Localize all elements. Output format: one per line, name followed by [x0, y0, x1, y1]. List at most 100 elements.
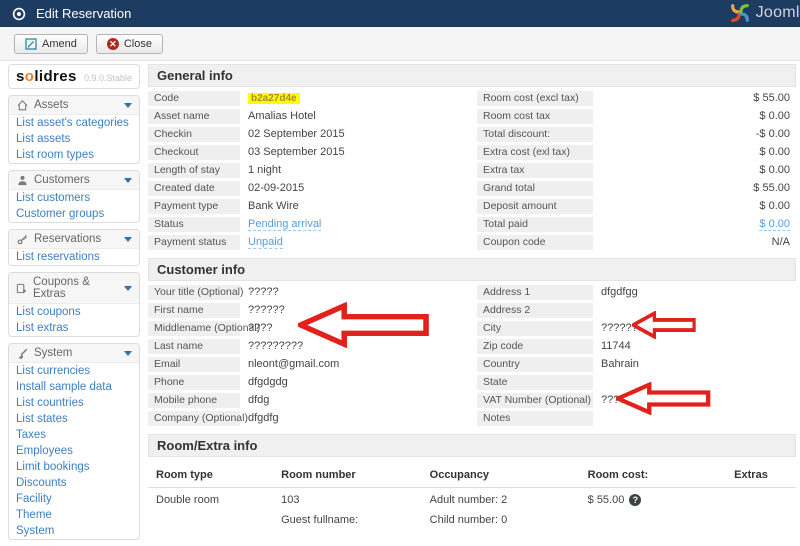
joomla-icon: [729, 2, 751, 24]
sidebar-item-list-asset-s-categories[interactable]: List asset's categories: [9, 115, 139, 131]
field-value: Bahrain: [593, 357, 796, 372]
field-row-length-of-stay: Length of stay1 night: [148, 163, 467, 178]
sidebar-item-system[interactable]: System: [9, 523, 139, 539]
joomla-logo[interactable]: Joomla: [729, 2, 800, 24]
sidebar-item-list-assets[interactable]: List assets: [9, 131, 139, 147]
sidebar-item-discounts[interactable]: Discounts: [9, 475, 139, 491]
admin-navbar: Edit Reservation Joomla: [0, 0, 800, 27]
editable-value[interactable]: $ 0.00: [759, 218, 790, 231]
field-label: Extra tax: [477, 163, 593, 178]
room-column-room-type: Room type: [156, 469, 281, 481]
field-row-payment-status: Payment statusUnpaid: [148, 235, 467, 250]
field-label: Address 1: [477, 285, 593, 300]
sidebar-item-customer-groups[interactable]: Customer groups: [9, 206, 139, 222]
sidebar-item-list-reservations[interactable]: List reservations: [9, 249, 139, 265]
field-label: State: [477, 375, 593, 390]
field-row-payment-type: Payment typeBank Wire: [148, 199, 467, 214]
cell-room-type: [156, 514, 281, 526]
close-label: Close: [124, 38, 152, 50]
room-table-body: Double room103Adult number: 2$ 55.00?Gue…: [148, 488, 796, 528]
sidebar-section-header-coupons-extras[interactable]: Coupons & Extras: [9, 273, 139, 304]
sidebar-item-list-room-types[interactable]: List room types: [9, 147, 139, 163]
section-label: System: [34, 347, 72, 359]
cell-room-number: 103: [281, 494, 430, 506]
sidebar-item-list-extras[interactable]: List extras: [9, 320, 139, 336]
sidebar-item-install-sample-data[interactable]: Install sample data: [9, 379, 139, 395]
section-label: Assets: [34, 99, 69, 111]
circled-dot-icon: [12, 7, 26, 21]
sidebar-item-list-currencies[interactable]: List currencies: [9, 363, 139, 379]
sidebar-item-taxes[interactable]: Taxes: [9, 427, 139, 443]
room-table-row-1: Double room103Adult number: 2$ 55.00?: [148, 488, 796, 508]
field-label: Checkout: [148, 145, 240, 160]
chevron-down-icon: [124, 286, 132, 291]
chevron-down-icon: [124, 351, 132, 356]
section-label: Customers: [34, 174, 90, 186]
field-row-country: CountryBahrain: [477, 357, 796, 372]
help-icon[interactable]: ?: [629, 494, 641, 506]
field-label: Country: [477, 357, 593, 372]
field-value: $ 0.00: [593, 163, 796, 178]
field-value: $ 0.00: [593, 217, 796, 232]
field-label: Room cost tax: [477, 109, 593, 124]
amend-button[interactable]: Amend: [14, 34, 88, 54]
room-table-row-2: Guest fullname:Child number: 0: [148, 508, 796, 528]
close-button[interactable]: ✕ Close: [96, 34, 163, 54]
field-label: Extra cost (exl tax): [477, 145, 593, 160]
joomla-wordmark: Joomla: [756, 4, 800, 22]
sidebar-section-header-system[interactable]: System: [9, 344, 139, 363]
red-arrow-vat-number: [616, 382, 711, 415]
editable-value[interactable]: Pending arrival: [248, 218, 321, 231]
field-value: Pending arrival: [240, 217, 467, 232]
field-row-total-paid: Total paid$ 0.00: [477, 217, 796, 232]
field-row-mobile-phone: Mobile phonedfdg: [148, 393, 467, 408]
field-row-checkout: Checkout03 September 2015: [148, 145, 467, 160]
sidebar-item-employees[interactable]: Employees: [9, 443, 139, 459]
sidebar-section-assets: Assets List asset's categoriesList assets…: [8, 95, 140, 164]
field-value: Unpaid: [240, 235, 467, 250]
field-label: Grand total: [477, 181, 593, 196]
field-value: -$ 0.00: [593, 127, 796, 142]
section-label: Coupons & Extras: [33, 276, 118, 300]
editable-value[interactable]: Unpaid: [248, 236, 283, 249]
field-label: Created date: [148, 181, 240, 196]
field-row-code: Codeb2a27d4e: [148, 91, 467, 106]
sidebar-item-list-countries[interactable]: List countries: [9, 395, 139, 411]
key-icon: [16, 234, 28, 245]
chevron-down-icon: [124, 178, 132, 183]
field-value: dfdg: [240, 393, 467, 408]
room-extra-info-header: Room/Extra info: [148, 434, 796, 457]
field-row-created-date: Created date02-09-2015: [148, 181, 467, 196]
field-value: dfgdfgg: [593, 285, 796, 300]
field-value: 11744: [593, 339, 796, 354]
sidebar-item-facility[interactable]: Facility: [9, 491, 139, 507]
field-label: Total discount:: [477, 127, 593, 142]
room-column-room-number: Room number: [281, 469, 430, 481]
chevron-down-icon: [124, 103, 132, 108]
cell-room-number: Guest fullname:: [281, 514, 430, 526]
sidebar-section-header-reservations[interactable]: Reservations: [9, 230, 139, 249]
field-label: Company (Optional): [148, 411, 240, 426]
sidebar-item-theme[interactable]: Theme: [9, 507, 139, 523]
solidres-logo-box: solidres 0.9.0.Stable: [8, 64, 140, 89]
room-column-occupancy: Occupancy: [430, 469, 588, 481]
amend-label: Amend: [42, 38, 77, 50]
field-label: Payment type: [148, 199, 240, 214]
field-label: Status: [148, 217, 240, 232]
field-value: dfgdfg: [240, 411, 467, 426]
sidebar-item-list-states[interactable]: List states: [9, 411, 139, 427]
field-label: VAT Number (Optional): [477, 393, 593, 408]
sidebar-section-header-customers[interactable]: Customers: [9, 171, 139, 190]
highlighted-code: b2a27d4e: [248, 93, 300, 104]
sidebar-section-header-assets[interactable]: Assets: [9, 96, 139, 115]
wrench-icon: [16, 348, 28, 359]
sidebar-item-limit-bookings[interactable]: Limit bookings: [9, 459, 139, 475]
field-label: Room cost (excl tax): [477, 91, 593, 106]
sidebar-item-list-coupons[interactable]: List coupons: [9, 304, 139, 320]
field-value: ?????: [240, 285, 467, 300]
sidebar-item-list-customers[interactable]: List customers: [9, 190, 139, 206]
field-row-your-title-optional: Your title (Optional)?????: [148, 285, 467, 300]
field-label: Length of stay: [148, 163, 240, 178]
sidebar-section-customers: Customers List customersCustomer groups: [8, 170, 140, 223]
cell-extras: [714, 494, 788, 506]
